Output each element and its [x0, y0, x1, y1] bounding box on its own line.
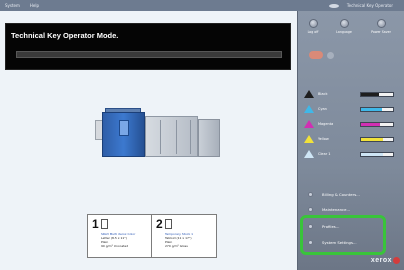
- toner-name: Clear 1: [318, 152, 331, 156]
- menu-bar: System Help Technical Key Operator: [0, 0, 404, 11]
- toner-level-bar: [360, 137, 394, 142]
- highlight-group: Profiles... System Settings...: [300, 215, 390, 255]
- toner-level-bar: [360, 107, 394, 112]
- paper-icon: [101, 219, 108, 229]
- toner-level-bar: [360, 92, 394, 97]
- status-bar: [16, 51, 282, 58]
- menu-bullet-icon: [308, 192, 313, 197]
- menu-bullet-icon: [308, 224, 313, 229]
- toner-level-fill: [361, 108, 382, 111]
- machine-finisher: [145, 116, 198, 157]
- printer-machine-image: [95, 106, 222, 161]
- log-off-button[interactable]: Log off: [302, 19, 324, 34]
- status-indicator-secondary: [327, 52, 334, 59]
- toner-row: Yellow: [304, 134, 400, 146]
- status-indicator: [309, 51, 323, 59]
- menu-help[interactable]: Help: [25, 3, 44, 8]
- toner-icon: [304, 90, 314, 98]
- page-title: Technical Key Operator Mode.: [11, 31, 119, 40]
- system-settings-button[interactable]: System Settings...: [308, 237, 390, 248]
- tray-details: SRA3 Multi Xerox Color Letter (8.5 x 11"…: [101, 232, 136, 248]
- xerox-logo-icon: [393, 257, 400, 264]
- toner-name: Cyan: [318, 107, 327, 111]
- toner-icon: [304, 135, 314, 143]
- toner-row: Cyan: [304, 104, 400, 116]
- tray-number: 2: [156, 217, 163, 231]
- tray-2[interactable]: 2 Temporary Stock 1 Tabloid (11 x 17") P…: [152, 215, 216, 257]
- toner-icon: [304, 120, 314, 128]
- language-icon: [339, 19, 349, 28]
- toner-level-fill: [361, 138, 384, 141]
- side-panel: Log off Language Power Saver Black Cyan Ma…: [297, 11, 404, 270]
- toner-level-fill: [361, 123, 381, 126]
- toner-row: Black: [304, 89, 400, 101]
- window-title-area: Technical Key Operator: [328, 3, 404, 8]
- window-title: Technical Key Operator: [346, 3, 393, 8]
- machine-front-panel: [119, 120, 129, 136]
- tray-details: Temporary Stock 1 Tabloid (11 x 17") Pla…: [165, 232, 194, 248]
- toner-name: Black: [318, 92, 328, 96]
- billing-counters-button[interactable]: Billing & Counters...: [308, 189, 390, 200]
- toner-icon: [304, 105, 314, 113]
- app-window: System Help Technical Key Operator Techn…: [0, 0, 404, 270]
- toner-level-bar: [360, 122, 394, 127]
- maintenance-button[interactable]: Maintenance...: [308, 204, 390, 215]
- tray-number: 1: [92, 217, 99, 231]
- machine-stacker: [198, 119, 220, 157]
- menu-system[interactable]: System: [0, 3, 25, 8]
- log-off-icon: [308, 19, 318, 28]
- toner-name: Yellow: [318, 137, 329, 141]
- toner-level-fill: [361, 93, 379, 96]
- tray-1[interactable]: 1 SRA3 Multi Xerox Color Letter (8.5 x 1…: [88, 215, 153, 257]
- power-saver-icon: [376, 19, 386, 28]
- xerox-logo: xerox: [370, 257, 392, 264]
- paper-icon: [165, 219, 173, 229]
- toner-row: Clear 1: [304, 149, 400, 161]
- title-panel: Technical Key Operator Mode.: [5, 23, 291, 70]
- language-button[interactable]: Language: [333, 19, 355, 34]
- toner-row: Magenta: [304, 119, 400, 131]
- menu-bullet-icon: [308, 207, 313, 212]
- main-pane: Technical Key Operator Mode. 1 SRA3 Mult…: [0, 11, 297, 270]
- toner-level-fill: [361, 153, 384, 156]
- power-saver-button[interactable]: Power Saver: [370, 19, 392, 34]
- paper-trays: 1 SRA3 Multi Xerox Color Letter (8.5 x 1…: [87, 214, 217, 258]
- toner-icon: [304, 150, 314, 158]
- window-status-icon: [328, 3, 339, 8]
- toner-name: Magenta: [318, 122, 334, 126]
- menu-bullet-icon: [308, 240, 313, 245]
- toner-level-bar: [360, 152, 394, 157]
- profiles-button[interactable]: Profiles...: [308, 221, 390, 232]
